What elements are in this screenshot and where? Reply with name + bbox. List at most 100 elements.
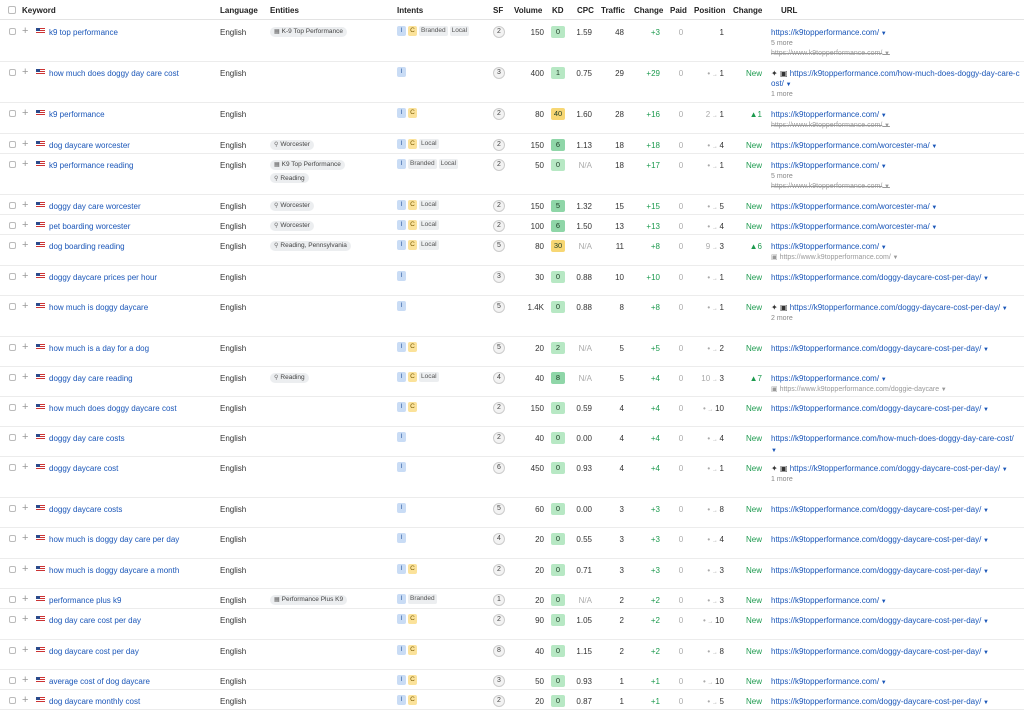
serp-features-count[interactable]: 2 [493,108,505,120]
url-link[interactable]: https://k9topperformance.com/worcester-m… [771,222,930,231]
keyword-link[interactable]: doggy daycare cost [49,464,118,474]
serp-features-count[interactable]: 2 [493,139,505,151]
add-to-list-icon[interactable]: + [22,532,28,544]
add-to-list-icon[interactable]: + [22,219,28,231]
entity-chip[interactable]: ⚲ Worcester [270,200,314,211]
add-to-list-icon[interactable]: + [22,461,28,473]
url-link[interactable]: https://k9topperformance.com/ [771,374,879,383]
chevron-down-icon[interactable]: ▼ [981,569,989,575]
row-checkbox[interactable] [9,303,16,310]
add-to-list-icon[interactable]: + [22,239,28,251]
row-checkbox[interactable] [9,697,16,704]
add-to-list-icon[interactable]: + [22,563,28,575]
header-kd[interactable]: KD [552,6,564,15]
header-entities[interactable]: Entities [270,6,299,15]
serp-features-count[interactable]: 2 [493,564,505,576]
serp-features-count[interactable]: 4 [493,533,505,545]
serp-features-count[interactable]: 2 [493,614,505,626]
url-link[interactable]: https://k9topperformance.com/worcester-m… [771,141,930,150]
header-cpc[interactable]: CPC [577,6,594,15]
keyword-link[interactable]: doggy daycare costs [49,505,122,515]
header-paid[interactable]: Paid [670,6,687,15]
keyword-link[interactable]: how much is a day for a dog [49,344,149,354]
row-checkbox[interactable] [9,677,16,684]
serp-features-count[interactable]: 2 [493,26,505,38]
row-checkbox[interactable] [9,647,16,654]
keyword-link[interactable]: how much does doggy day care cost [49,69,179,79]
keyword-link[interactable]: how much is doggy daycare a month [49,566,179,576]
url-link[interactable]: https://k9topperformance.com/doggy-dayca… [790,303,1000,312]
url-link[interactable]: https://k9topperformance.com/ [771,242,879,251]
add-to-list-icon[interactable]: + [22,371,28,383]
serp-features-count[interactable]: 5 [493,240,505,252]
serp-features-count[interactable]: 1 [493,594,505,606]
chevron-down-icon[interactable]: ▼ [882,184,890,190]
add-to-list-icon[interactable]: + [22,66,28,78]
row-checkbox[interactable] [9,344,16,351]
row-checkbox[interactable] [9,222,16,229]
serp-features-count[interactable]: 6 [493,462,505,474]
url-link[interactable]: https://k9topperformance.com/doggy-dayca… [771,344,981,353]
chevron-down-icon[interactable]: ▼ [981,276,989,282]
entity-chip[interactable]: ▦ K9 Top Performance [270,159,345,170]
chevron-down-icon[interactable]: ▼ [879,113,887,119]
url-link[interactable]: https://k9topperformance.com/doggy-dayca… [771,505,981,514]
add-to-list-icon[interactable]: + [22,25,28,37]
add-to-list-icon[interactable]: + [22,613,28,625]
keyword-link[interactable]: doggy day care worcester [49,202,141,212]
add-to-list-icon[interactable]: + [22,300,28,312]
url-link[interactable]: https://k9topperformance.com/ [771,677,879,686]
header-position[interactable]: Position [694,6,726,15]
url-link[interactable]: https://k9topperformance.com/how-much-do… [771,69,1020,88]
chevron-down-icon[interactable]: ▼ [882,51,890,57]
row-checkbox[interactable] [9,535,16,542]
entity-chip[interactable]: ⚲ Worcester [270,139,314,150]
entity-chip[interactable]: ▦ Performance Plus K9 [270,594,348,605]
keyword-link[interactable]: doggy daycare prices per hour [49,273,157,283]
row-checkbox[interactable] [9,505,16,512]
serp-features-count[interactable]: 4 [493,372,505,384]
header-intents[interactable]: Intents [397,6,423,15]
add-to-list-icon[interactable]: + [22,644,28,656]
add-to-list-icon[interactable]: + [22,593,28,605]
add-to-list-icon[interactable]: + [22,674,28,686]
keyword-link[interactable]: doggy day care reading [49,374,133,384]
url-link[interactable]: https://k9topperformance.com/ [771,161,879,170]
chevron-down-icon[interactable]: ▼ [879,599,887,605]
chevron-down-icon[interactable]: ▼ [891,255,899,261]
url-link[interactable]: https://k9topperformance.com/ [771,110,879,119]
entity-chip[interactable]: ▦ K-9 Top Performance [270,26,347,37]
keyword-link[interactable]: dog daycare worcester [49,141,130,151]
keyword-link[interactable]: dog day care cost per day [49,616,141,626]
chevron-down-icon[interactable]: ▼ [939,387,947,393]
url-link[interactable]: https://k9topperformance.com/doggy-dayca… [771,535,981,544]
serp-features-count[interactable]: 3 [493,675,505,687]
url-link[interactable]: https://k9topperformance.com/doggy-dayca… [771,616,981,625]
url-link[interactable]: https://k9topperformance.com/doggy-dayca… [771,273,981,282]
serp-features-count[interactable]: 2 [493,220,505,232]
keyword-link[interactable]: how much does doggy daycare cost [49,404,177,414]
chevron-down-icon[interactable]: ▼ [879,164,887,170]
row-checkbox[interactable] [9,202,16,209]
chevron-down-icon[interactable]: ▼ [882,123,890,129]
header-sf[interactable]: SF [493,6,503,15]
chevron-down-icon[interactable]: ▼ [981,700,989,706]
chevron-down-icon[interactable]: ▼ [930,205,937,211]
add-to-list-icon[interactable]: + [22,341,28,353]
select-all-checkbox[interactable] [8,6,16,14]
serp-features-count[interactable]: 3 [493,271,505,283]
chevron-down-icon[interactable]: ▼ [981,508,989,514]
entity-chip[interactable]: ⚲ Worcester [270,220,314,231]
chevron-down-icon[interactable]: ▼ [879,680,887,686]
keyword-link[interactable]: k9 top performance [49,28,118,38]
serp-features-count[interactable]: 3 [493,67,505,79]
serp-features-count[interactable]: 2 [493,402,505,414]
row-checkbox[interactable] [9,69,16,76]
header-keyword[interactable]: Keyword [22,6,56,15]
url-link[interactable]: https://k9topperformance.com/doggy-dayca… [771,697,981,706]
entity-chip[interactable]: ⚲ Reading [270,372,309,383]
add-to-list-icon[interactable]: + [22,431,28,443]
row-checkbox[interactable] [9,616,16,623]
url-more[interactable]: 1 more [771,475,1021,485]
serp-features-count[interactable]: 8 [493,645,505,657]
